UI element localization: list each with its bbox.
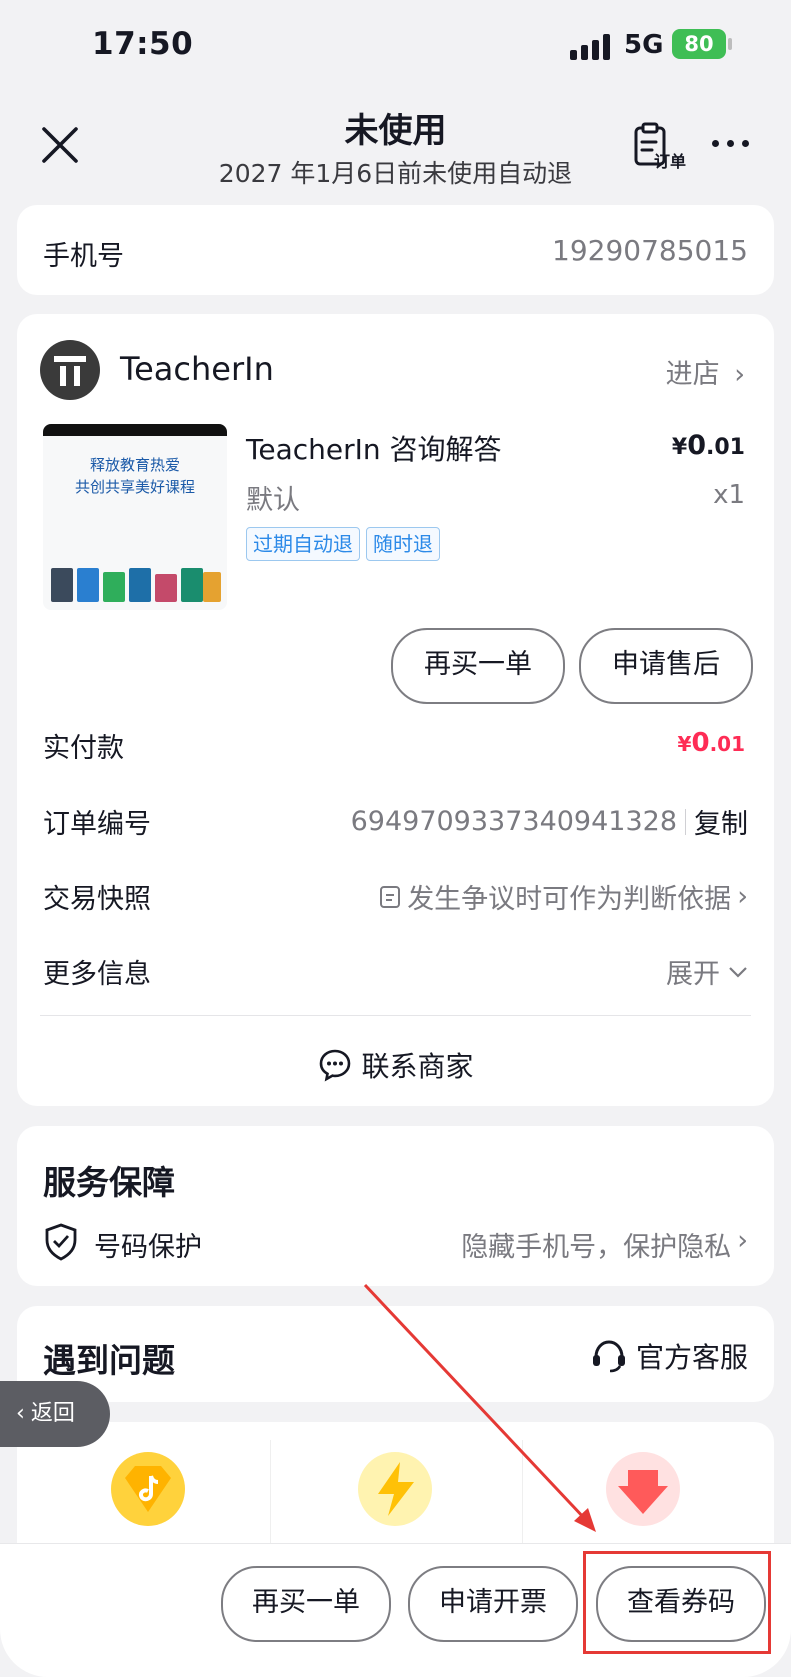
thumbnail-line2: 共创共享美好课程 — [74, 478, 195, 496]
back-button[interactable]: ‹ 返回 — [0, 1381, 110, 1447]
paid-label: 实付款 — [43, 733, 124, 764]
divider — [522, 1440, 523, 1550]
enter-store-link[interactable]: 进店 › — [666, 352, 745, 391]
product-title[interactable]: TeacherIn 咨询解答 — [246, 428, 502, 468]
status-time: 17:50 — [92, 26, 194, 62]
divider — [270, 1440, 271, 1550]
number-protection-label: 号码保护 — [94, 1232, 202, 1263]
request-invoice-button[interactable]: 申请开票 — [408, 1566, 578, 1642]
tag-refund-anytime: 随时退 — [366, 527, 440, 561]
signal-icon — [570, 32, 614, 60]
chevron-right-icon: › — [737, 881, 748, 912]
enter-store-label: 进店 — [665, 359, 720, 390]
flash-sale-icon[interactable] — [358, 1452, 432, 1526]
more-info-label: 更多信息 — [43, 959, 151, 990]
battery-icon: 80 — [672, 29, 726, 59]
more-options-icon[interactable] — [712, 140, 749, 147]
product-spec: 默认 — [246, 485, 300, 516]
bottom-rebuy-button[interactable]: 再买一单 — [221, 1566, 391, 1642]
problems-title: 遇到问题 — [43, 1341, 175, 1380]
number-protection-link[interactable]: 隐藏手机号，保护隐私 › — [461, 1225, 748, 1264]
douyin-points-icon[interactable] — [111, 1452, 185, 1526]
snapshot-label: 交易快照 — [43, 884, 151, 915]
teacherin-logo-icon — [54, 356, 86, 386]
expand-toggle[interactable]: 展开 — [666, 952, 748, 991]
document-icon — [380, 885, 401, 908]
expand-label: 展开 — [666, 959, 720, 990]
product-thumbnail[interactable]: 释放教育热爱 共创共享美好课程 — [43, 424, 227, 610]
shop-name[interactable]: TeacherIn — [120, 350, 274, 388]
number-protection-value: 隐藏手机号，保护隐私 — [461, 1232, 732, 1263]
annotation-highlight-box — [583, 1551, 771, 1654]
tag-auto-refund: 过期自动退 — [246, 527, 360, 561]
divider — [40, 1015, 751, 1016]
product-quantity: x1 — [713, 480, 745, 510]
paid-amount: ¥0.01 — [677, 728, 745, 758]
chevron-down-icon — [729, 966, 747, 978]
order-number-value: 6949709337340941328 — [350, 806, 677, 837]
snapshot-link[interactable]: 发生争议时可作为判断依据 › — [379, 877, 748, 916]
chevron-right-icon: › — [734, 359, 745, 390]
order-number-label: 订单编号 — [43, 809, 151, 840]
network-label: 5G — [624, 30, 664, 60]
official-service-label: 官方客服 — [635, 1341, 748, 1374]
battery-tip — [728, 38, 732, 50]
super-value-icon[interactable] — [606, 1452, 680, 1526]
snapshot-value: 发生争议时可作为判断依据 — [407, 884, 732, 915]
chevron-right-icon: › — [737, 1225, 748, 1256]
contact-merchant-label: 联系商家 — [361, 1050, 474, 1083]
shield-icon — [45, 1223, 77, 1261]
separator — [685, 808, 686, 835]
order-label[interactable]: 订单 — [654, 148, 686, 172]
back-label: 返回 — [30, 1401, 75, 1426]
chevron-left-icon: ‹ — [16, 1401, 25, 1426]
shop-logo[interactable] — [40, 340, 100, 400]
chat-bubble-icon — [320, 1049, 351, 1082]
headset-icon — [592, 1340, 625, 1373]
rebuy-button[interactable]: 再买一单 — [391, 628, 565, 704]
product-price: ¥0.01 — [671, 430, 745, 461]
phone-screen: 17:50 5G 80 未使用 2027 年1月6日前未使用自动退 订单 手机号… — [0, 0, 791, 1677]
phone-label: 手机号 — [43, 241, 124, 272]
copy-button[interactable]: 复制 — [694, 802, 748, 841]
contact-merchant-button[interactable]: 联系商家 — [0, 1045, 791, 1085]
after-sale-button[interactable]: 申请售后 — [579, 628, 753, 704]
service-title: 服务保障 — [43, 1163, 175, 1202]
order-number-row: 6949709337340941328 复制 — [351, 802, 748, 841]
phone-value: 19290785015 — [552, 234, 748, 267]
official-service-button[interactable]: 官方客服 — [590, 1336, 748, 1376]
thumbnail-line1: 释放教育热爱 — [89, 456, 180, 474]
